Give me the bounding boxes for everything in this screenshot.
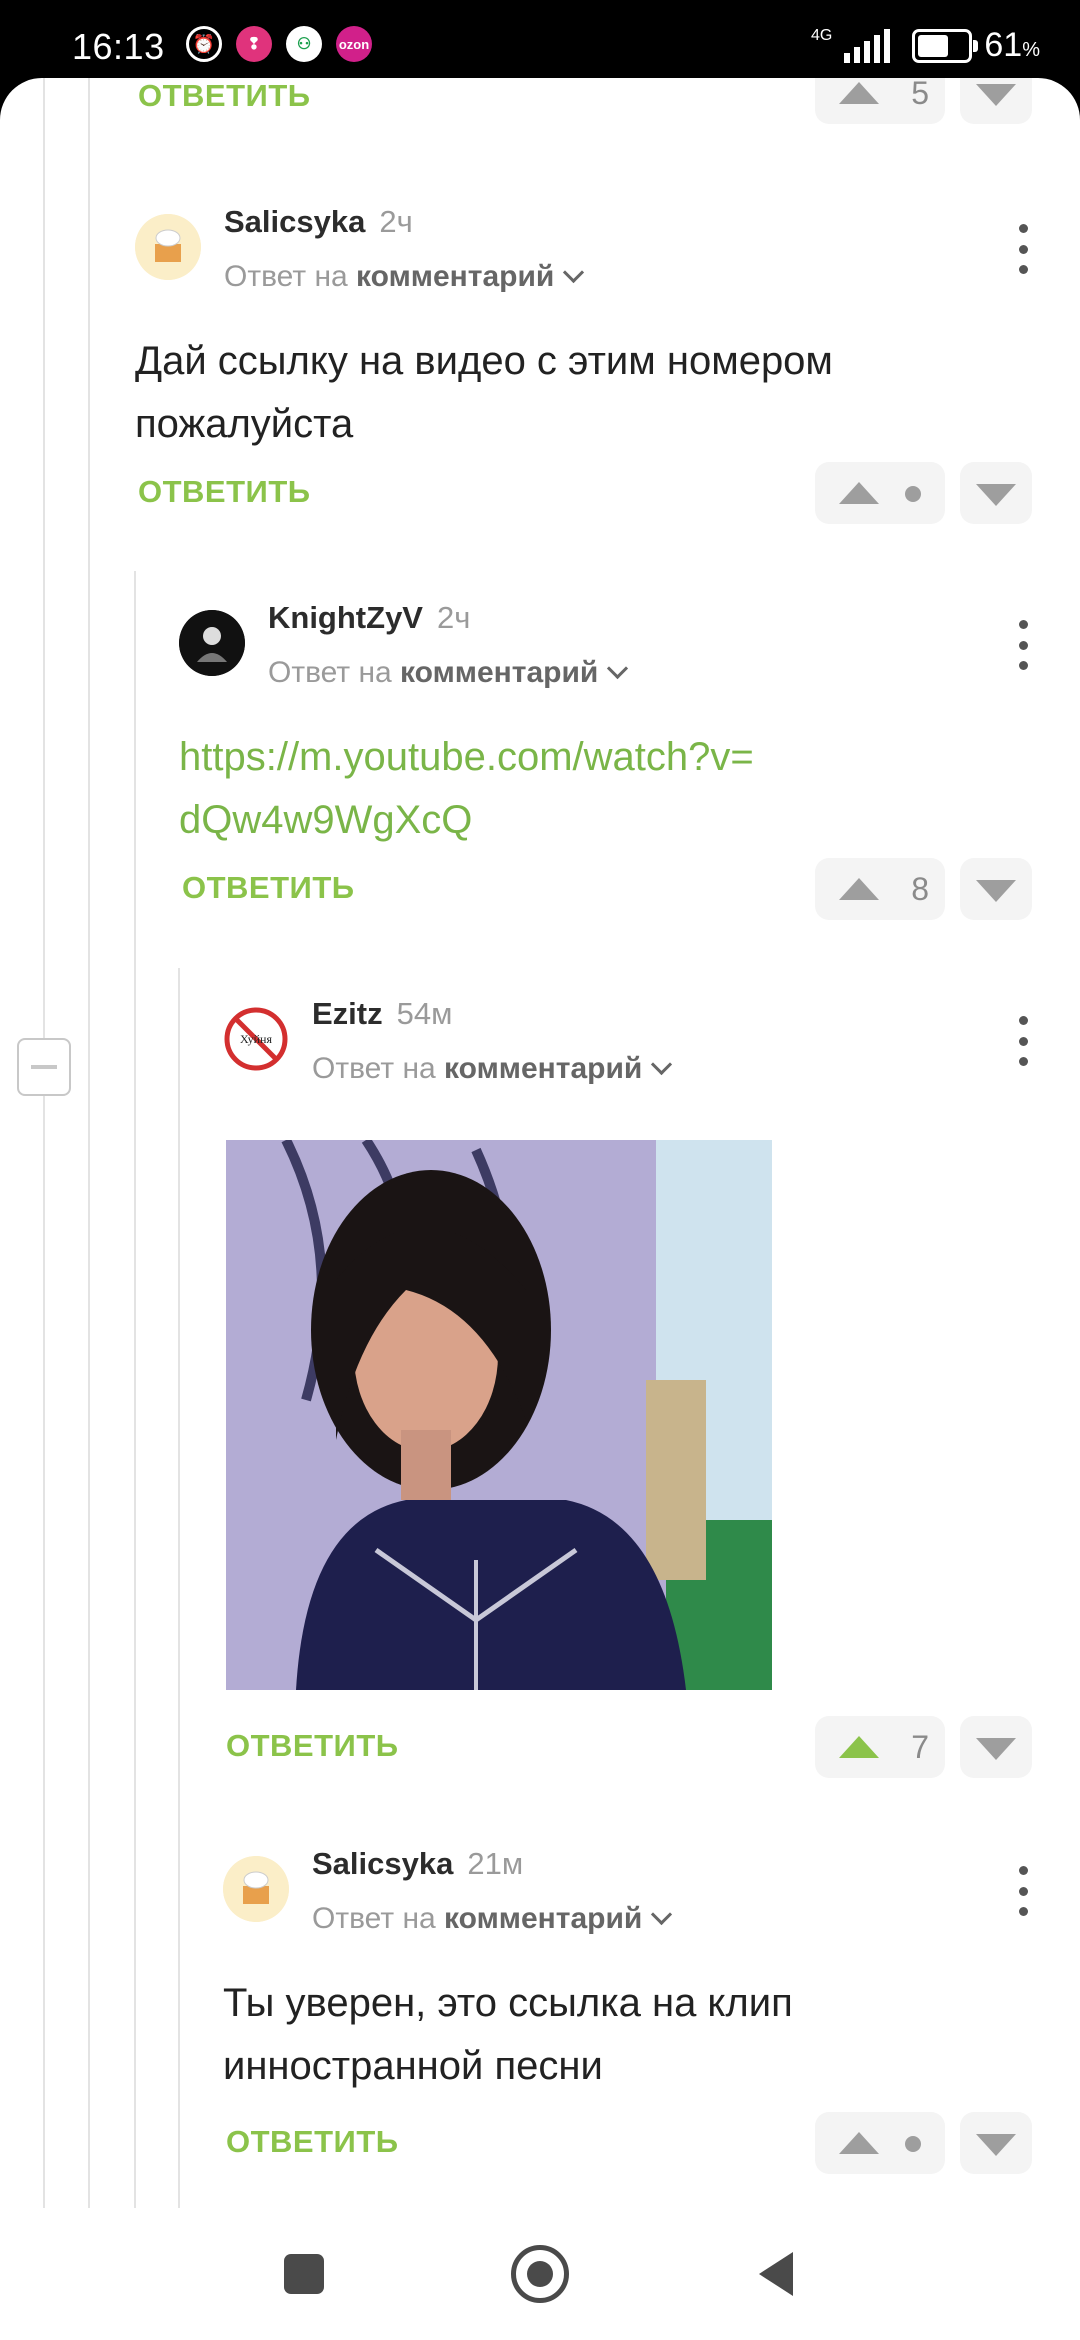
comment-author[interactable]: Salicsyka 2ч xyxy=(224,204,413,240)
avatar[interactable]: Хуйня xyxy=(223,1006,289,1072)
avatar-text: Хуйня xyxy=(240,1032,272,1046)
comment-time: 54м xyxy=(396,996,453,1031)
ozon-icon: ozon xyxy=(336,26,372,62)
downvote-button[interactable] xyxy=(960,858,1032,920)
downvote-button[interactable] xyxy=(960,2112,1032,2174)
vote-up-box[interactable]: 5 xyxy=(815,78,945,124)
system-nav-bar xyxy=(0,2208,1080,2340)
downvote-icon xyxy=(976,2134,1016,2156)
more-options-icon[interactable] xyxy=(1008,1016,1038,1066)
reply-button[interactable]: ОТВЕТИТЬ xyxy=(226,2124,399,2160)
back-icon xyxy=(759,2252,793,2296)
comment-video-thumbnail[interactable] xyxy=(226,1140,772,1690)
battery-fill xyxy=(918,34,948,57)
comments-thread[interactable]: ОТВЕТИТЬ 5 Salicsyka 2ч Ответ на коммента… xyxy=(0,78,1080,2208)
comment-author[interactable]: KnightZyV 2ч xyxy=(268,600,470,636)
status-app-icons: ⏰ ❢ ⚇ ozon xyxy=(186,26,372,62)
chevron-down-icon xyxy=(651,1903,673,1926)
comment-text: Дай ссылку на видео с этим номером пожал… xyxy=(135,339,833,446)
thread-line xyxy=(43,78,45,2208)
upvote-icon[interactable] xyxy=(839,878,879,900)
comment-time: 2ч xyxy=(437,600,471,635)
vote-hidden-dot xyxy=(905,2136,921,2152)
vote-up-box[interactable] xyxy=(815,462,945,524)
status-right: 4G 61% xyxy=(811,26,1040,65)
downvote-button[interactable] xyxy=(960,1716,1032,1778)
upvote-icon[interactable] xyxy=(839,2132,879,2154)
signal-icon xyxy=(844,28,891,63)
app-icon: ⚇ xyxy=(286,26,322,62)
comment-time: 21м xyxy=(467,1846,524,1881)
downvote-icon xyxy=(976,1738,1016,1760)
reply-button[interactable]: ОТВЕТИТЬ xyxy=(138,474,311,510)
downvote-button[interactable] xyxy=(960,78,1032,124)
more-options-icon[interactable] xyxy=(1008,1866,1038,1916)
reply-to[interactable]: Ответ на комментарий xyxy=(312,1902,673,1936)
reply-to[interactable]: Ответ на комментарий xyxy=(312,1052,673,1086)
back-button[interactable] xyxy=(746,2244,806,2304)
vote-count: 7 xyxy=(911,1729,929,1765)
status-time: 16:13 xyxy=(72,26,165,67)
avatar[interactable] xyxy=(223,1856,289,1922)
avatar[interactable] xyxy=(135,214,201,280)
home-button[interactable] xyxy=(510,2244,570,2304)
upvote-icon[interactable] xyxy=(839,1736,879,1758)
more-options-icon[interactable] xyxy=(1008,620,1038,670)
upvote-icon[interactable] xyxy=(839,482,879,504)
downvote-icon xyxy=(976,484,1016,506)
network-type: 4G xyxy=(811,26,833,44)
reply-to[interactable]: Ответ на комментарий xyxy=(224,260,585,294)
recent-apps-button[interactable] xyxy=(274,2244,334,2304)
vote-count: 5 xyxy=(911,78,929,111)
vote-count: 8 xyxy=(911,871,929,907)
battery-percent: 61% xyxy=(984,26,1040,64)
avatar[interactable] xyxy=(179,610,245,676)
thread-line xyxy=(88,78,90,2208)
thread-line xyxy=(178,968,180,2208)
reply-button[interactable]: ОТВЕТИТЬ xyxy=(182,870,355,906)
app-icon: ❢ xyxy=(236,26,272,62)
upvote-icon[interactable] xyxy=(839,82,879,104)
chevron-down-icon xyxy=(651,1053,673,1076)
reply-to[interactable]: Ответ на комментарий xyxy=(268,656,629,690)
comment-author[interactable]: Ezitz 54м xyxy=(312,996,452,1032)
battery-icon xyxy=(912,28,979,63)
vote-up-box[interactable]: 8 xyxy=(815,858,945,920)
vote-up-box[interactable]: 7 xyxy=(815,1716,945,1778)
vote-up-box[interactable] xyxy=(815,2112,945,2174)
more-options-icon[interactable] xyxy=(1008,224,1038,274)
downvote-icon xyxy=(976,84,1016,106)
comment-author[interactable]: Salicsyka 21м xyxy=(312,1846,523,1882)
collapse-thread-button[interactable] xyxy=(17,1038,71,1096)
vote-hidden-dot xyxy=(905,486,921,502)
chevron-down-icon xyxy=(563,261,585,284)
reply-button[interactable]: ОТВЕТИТЬ xyxy=(226,1728,399,1764)
reply-button[interactable]: ОТВЕТИТЬ xyxy=(138,78,311,114)
comment-text: Ты уверен, это ссылка на клип инностранн… xyxy=(223,1981,793,2088)
comment-link[interactable]: https://m.youtube.com/watch?v= dQw4w9WgXc… xyxy=(179,726,1039,852)
downvote-button[interactable] xyxy=(960,462,1032,524)
alarm-icon: ⏰ xyxy=(186,26,222,62)
home-icon xyxy=(511,2245,569,2303)
downvote-icon xyxy=(976,880,1016,902)
chevron-down-icon xyxy=(607,657,629,680)
comment-time: 2ч xyxy=(379,204,413,239)
thread-line xyxy=(134,571,136,2208)
square-icon xyxy=(284,2254,324,2294)
